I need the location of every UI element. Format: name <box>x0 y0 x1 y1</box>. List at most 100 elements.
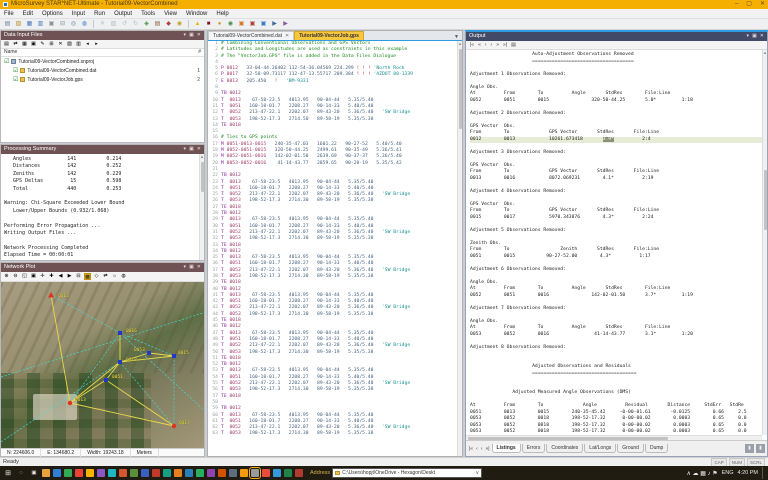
print-plot-icon[interactable]: ⊟ <box>75 273 82 280</box>
inverse-icon[interactable]: ◇ <box>93 273 100 280</box>
file-toolbar-icon[interactable]: ▣ <box>30 41 37 48</box>
file-toolbar-icon[interactable]: ▦ <box>21 41 28 48</box>
tab-list-dropdown-icon[interactable]: ▼ <box>451 34 462 40</box>
output-scrollbar[interactable]: ▲ <box>762 50 767 435</box>
output-tab-ground[interactable]: Ground <box>617 444 644 453</box>
zoom-in-icon[interactable]: ⊕ <box>3 273 10 280</box>
settings-icon[interactable]: ☼ <box>111 273 118 280</box>
panel-pin-icon[interactable]: ▣ <box>189 145 194 154</box>
taskbar-app-icon[interactable] <box>108 469 116 477</box>
panel-menu-icon[interactable]: ▾ <box>184 145 187 154</box>
open-icon[interactable]: ▨ <box>14 20 23 29</box>
cut-icon[interactable]: ✕ <box>98 20 107 29</box>
output-tab-listings[interactable]: Listings <box>492 444 521 453</box>
taskbar-app-icon[interactable] <box>174 469 182 477</box>
save-icon[interactable]: ▦ <box>25 20 34 29</box>
help-icon[interactable]: ◍ <box>80 20 89 29</box>
file-toolbar-icon[interactable]: ▤ <box>3 41 10 48</box>
taskbar-app-icon[interactable] <box>152 469 160 477</box>
taskbar-app-icon[interactable] <box>207 469 215 477</box>
menu-output[interactable]: Output <box>114 11 132 17</box>
scrollbar[interactable]: ▲ <box>199 154 204 260</box>
taskbar-app-icon[interactable] <box>75 469 83 477</box>
panel-pin-icon[interactable]: ▣ <box>752 32 757 41</box>
paste-icon[interactable]: ▧ <box>109 20 118 29</box>
editor-tab[interactable]: Tutorial09-VectorJob.gps <box>294 31 364 40</box>
taskbar-app-icon[interactable] <box>284 469 292 477</box>
output-nav-icon[interactable]: › <box>491 41 493 50</box>
address-dropdown-icon[interactable]: ∨ <box>476 470 480 476</box>
processing-summary-header[interactable]: Processing Summary ▾▣✕ <box>1 145 204 154</box>
checkbox-checked-icon[interactable]: ☑ <box>4 58 9 65</box>
network-plot-map[interactable]: 00120016001800530015005100130017 <box>1 282 204 448</box>
output-minimize-icon[interactable]: ▮ <box>745 444 754 453</box>
pan-icon[interactable]: ✛ <box>39 273 46 280</box>
menu-input[interactable]: Input <box>72 11 85 17</box>
file-toolbar-icon[interactable]: ◂ <box>84 41 91 48</box>
tab-close-icon[interactable]: ✕ <box>285 32 289 40</box>
file-row[interactable]: ☑Tutorial09-VectorJob.gps2 <box>1 75 204 84</box>
taskbar-app-icon[interactable] <box>64 469 72 477</box>
zoom-window-icon[interactable]: ◱ <box>21 273 28 280</box>
language-indicator[interactable]: ENG <box>722 470 734 476</box>
menu-help[interactable]: Help <box>216 11 228 17</box>
zoom-out-icon[interactable]: ⊖ <box>12 273 19 280</box>
taskbar-app-icon[interactable] <box>262 469 270 477</box>
editor-scrollbar[interactable]: ▲ <box>457 41 462 456</box>
coords-icon[interactable]: ▣ <box>259 20 268 29</box>
data-files-icon[interactable]: ◈ <box>142 20 151 29</box>
menu-options[interactable]: Options <box>42 11 63 17</box>
output-tab-nav-icon[interactable]: › <box>480 446 484 452</box>
panel-close-icon[interactable]: ✕ <box>760 32 764 41</box>
run-adjust-icon[interactable]: ▲ <box>193 20 202 29</box>
options-icon[interactable]: ▶ <box>281 20 290 29</box>
output-tab-coordinates[interactable]: Coordinates <box>546 444 583 453</box>
checkbox-checked-icon[interactable]: ☑ <box>13 67 18 74</box>
panel-pin-icon[interactable]: ▣ <box>189 31 194 40</box>
undo-icon[interactable]: ↺ <box>120 20 129 29</box>
panel-close-icon[interactable]: ✕ <box>197 31 201 40</box>
tray-icon[interactable]: ▦ <box>700 471 707 477</box>
output-tab-nav-icon[interactable]: |« <box>468 446 474 452</box>
start-button[interactable]: ⊞ <box>3 469 13 477</box>
taskbar-app-icon[interactable] <box>196 469 204 477</box>
close-button[interactable]: ✕ <box>760 0 765 9</box>
output-tab-nav-icon[interactable]: ‹ <box>475 446 479 452</box>
editor-tab[interactable]: Tutorial09-VectorCombined.dat✕ <box>208 31 294 40</box>
new-file-icon[interactable]: ▤ <box>3 20 12 29</box>
data-input-files-header[interactable]: Data Input Files ▾▣✕ <box>1 31 204 40</box>
menu-window[interactable]: Window <box>186 11 207 17</box>
taskbar-app-icon[interactable] <box>163 469 171 477</box>
show-desktop-button[interactable] <box>762 467 765 479</box>
file-toolbar-icon[interactable]: ⊞ <box>48 41 55 48</box>
output-nav-icon[interactable]: ▤ <box>511 41 516 50</box>
prev-view-icon[interactable]: ◀ <box>57 273 64 280</box>
taskbar-app-icon[interactable] <box>141 469 149 477</box>
panel-menu-icon[interactable]: ▾ <box>747 32 750 41</box>
output-tab-nav-icon[interactable]: »| <box>484 446 490 452</box>
file-toolbar-icon[interactable]: ▧ <box>66 41 73 48</box>
search-icon[interactable]: ◎ <box>69 20 78 29</box>
taskbar-app-icon[interactable] <box>218 469 226 477</box>
panel-close-icon[interactable]: ✕ <box>197 145 201 154</box>
panel-menu-icon[interactable]: ▾ <box>184 31 187 40</box>
file-toolbar-icon[interactable]: ▥ <box>75 41 82 48</box>
menu-file[interactable]: File <box>4 11 14 17</box>
taskbar-app-icon[interactable] <box>86 469 94 477</box>
minimize-button[interactable]: – <box>735 0 738 9</box>
search-icon[interactable]: ◌ <box>16 470 26 476</box>
tray-icon[interactable]: ⚑ <box>712 471 717 477</box>
plot-icon[interactable]: ▶ <box>270 20 279 29</box>
zoom-extents-icon[interactable]: ▣ <box>30 273 37 280</box>
alarm-icon[interactable]: ◉ <box>175 20 184 29</box>
project-row[interactable]: ☑Tutorial09-VectorCombined.snproj <box>1 57 204 66</box>
taskbar-app-icon[interactable] <box>42 469 50 477</box>
checkbox-checked-icon[interactable]: ☑ <box>13 76 18 83</box>
taskbar-app-icon[interactable] <box>229 469 237 477</box>
menu-run[interactable]: Run <box>94 11 105 17</box>
menu-edit[interactable]: Edit <box>23 11 33 17</box>
task-view-icon[interactable]: ▣ <box>29 470 39 476</box>
taskbar-app-icon[interactable] <box>130 469 138 477</box>
taskbar-app-icon[interactable] <box>240 469 248 477</box>
center-icon[interactable]: ✚ <box>48 273 55 280</box>
